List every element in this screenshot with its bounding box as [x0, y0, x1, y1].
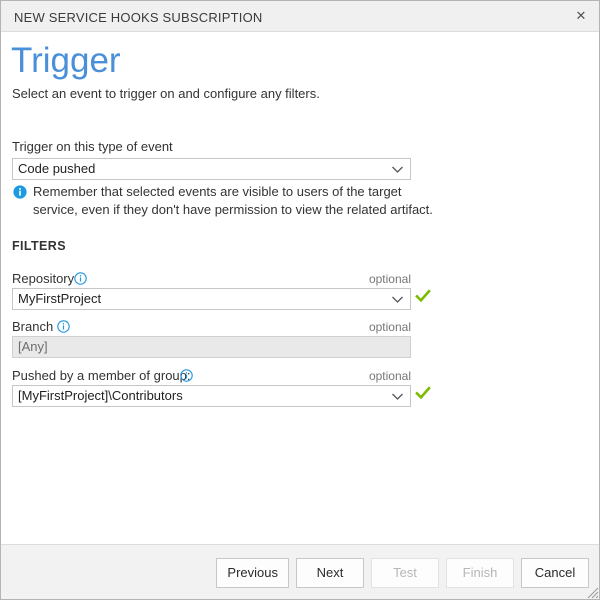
info-filled-icon [13, 185, 27, 199]
new-service-hooks-subscription-dialog: NEW SERVICE HOOKS SUBSCRIPTION ✕ Trigger… [0, 0, 600, 600]
notice-text: Remember that selected events are visibl… [33, 184, 433, 217]
close-icon[interactable]: ✕ [561, 1, 599, 31]
dialog-title: NEW SERVICE HOOKS SUBSCRIPTION [14, 10, 263, 25]
repository-select[interactable]: MyFirstProject [12, 288, 411, 310]
pushed-by-group-select[interactable]: [MyFirstProject]\Contributors [12, 385, 411, 407]
green-check-icon [415, 289, 431, 303]
branch-select: [Any] [12, 336, 411, 358]
info-outline-icon[interactable] [74, 272, 87, 285]
pushed-by-group-value: [MyFirstProject]\Contributors [18, 388, 183, 403]
page-subtitle: Select an event to trigger on and config… [12, 86, 320, 101]
event-type-select[interactable]: Code pushed [12, 158, 411, 180]
pushed-by-group-optional-tag: optional [368, 369, 411, 383]
event-type-label: Trigger on this type of event [12, 139, 173, 154]
info-outline-icon[interactable] [57, 320, 70, 333]
event-type-value: Code pushed [18, 161, 96, 176]
dialog-titlebar: NEW SERVICE HOOKS SUBSCRIPTION ✕ [1, 1, 599, 32]
branch-optional-tag: optional [368, 320, 411, 334]
page-title: Trigger [11, 41, 121, 80]
repository-optional-tag: optional [368, 272, 411, 286]
chevron-down-icon [392, 296, 403, 303]
previous-button[interactable]: Previous [216, 558, 289, 588]
pushed-by-group-label: Pushed by a member of group: [12, 368, 191, 383]
green-check-icon [415, 386, 431, 400]
branch-label: Branch [12, 319, 54, 334]
branch-value: [Any] [18, 339, 48, 354]
filters-section-title: FILTERS [12, 239, 66, 253]
resize-grip-icon[interactable] [585, 585, 599, 599]
repository-label: Repository [12, 271, 75, 286]
info-outline-icon[interactable] [180, 369, 193, 382]
dialog-body: Trigger Select an event to trigger on an… [1, 32, 599, 544]
footer-button-row: Previous Next Test Finish Cancel [216, 558, 589, 588]
dialog-footer: Previous Next Test Finish Cancel [1, 544, 599, 599]
cancel-button[interactable]: Cancel [521, 558, 589, 588]
test-button: Test [371, 558, 439, 588]
repository-value: MyFirstProject [18, 291, 102, 306]
finish-button: Finish [446, 558, 514, 588]
chevron-down-icon [392, 166, 403, 173]
next-button[interactable]: Next [296, 558, 364, 588]
chevron-down-icon [392, 393, 403, 400]
